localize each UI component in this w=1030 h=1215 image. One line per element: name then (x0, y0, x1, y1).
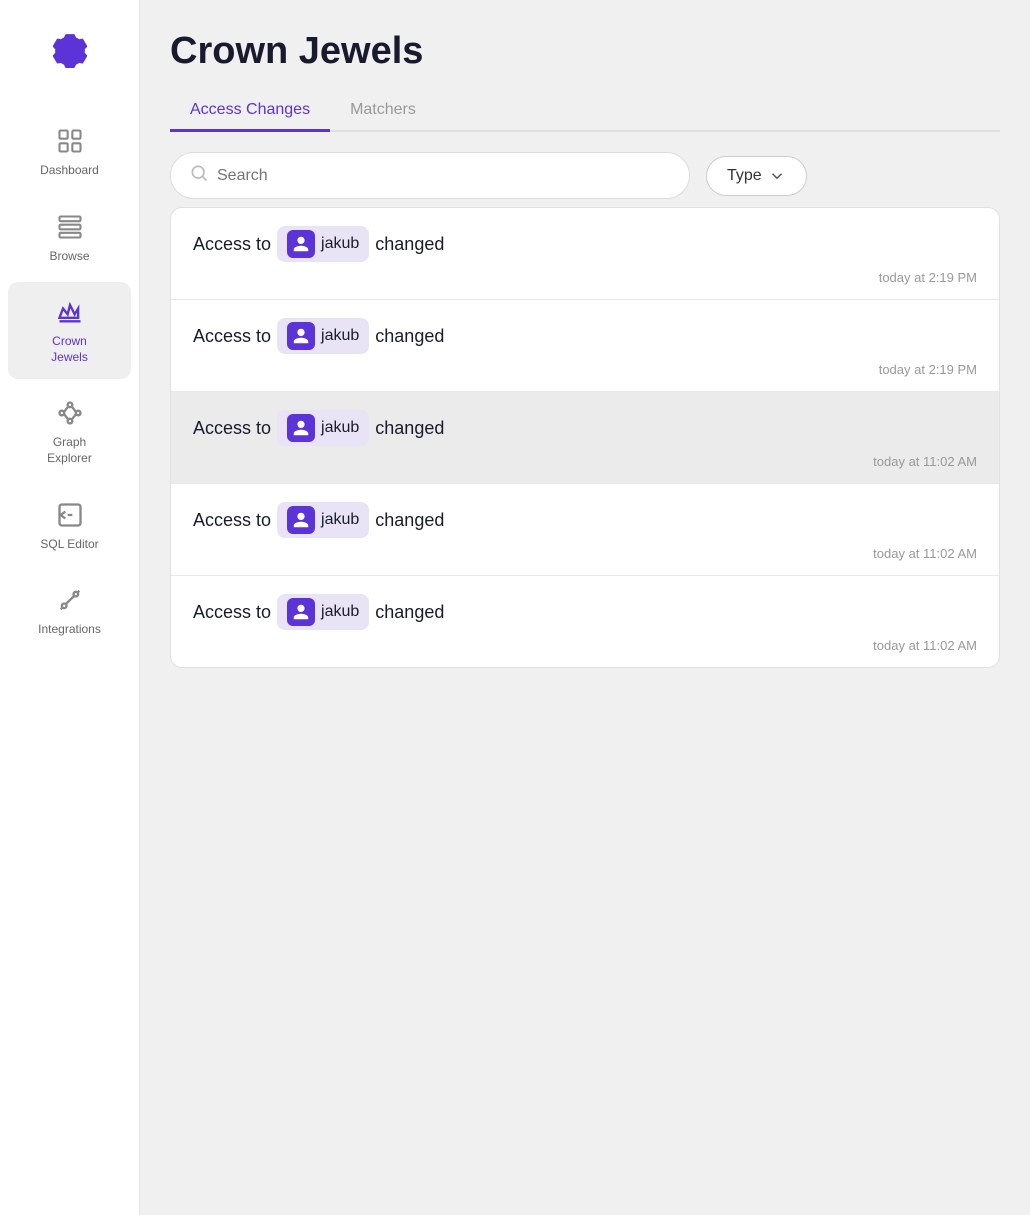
user-name: jakub (321, 603, 359, 621)
user-icon (287, 414, 315, 442)
chevron-down-icon (768, 167, 786, 185)
user-icon (287, 230, 315, 258)
table-row[interactable]: Access to jakub changed today at 2:19 PM (171, 300, 999, 392)
search-filter-row: Type (170, 152, 1000, 199)
crown-icon (54, 296, 86, 328)
user-chip: jakub (277, 594, 369, 630)
row-content: Access to jakub changed (193, 226, 977, 262)
row-content: Access to jakub changed (193, 594, 977, 630)
sidebar-item-crown-jewels[interactable]: Crown Jewels (8, 282, 131, 379)
tabs: Access Changes Matchers (170, 91, 1000, 132)
user-icon (287, 506, 315, 534)
sidebar-item-label: SQL Editor (40, 537, 98, 553)
row-suffix: changed (375, 326, 444, 347)
row-time: today at 11:02 AM (193, 546, 977, 561)
sidebar-item-label: Dashboard (40, 163, 99, 179)
row-prefix: Access to (193, 418, 271, 439)
sidebar-item-graph-explorer[interactable]: Graph Explorer (8, 383, 131, 480)
row-prefix: Access to (193, 326, 271, 347)
user-chip: jakub (277, 226, 369, 262)
gear-icon[interactable] (38, 20, 102, 89)
user-name: jakub (321, 235, 359, 253)
user-icon (287, 598, 315, 626)
page-title: Crown Jewels (170, 30, 1000, 73)
row-suffix: changed (375, 602, 444, 623)
sidebar-item-label: Graph Explorer (47, 435, 92, 466)
user-name: jakub (321, 419, 359, 437)
main-content: Crown Jewels Access Changes Matchers Typ… (140, 0, 1030, 1215)
search-icon (189, 163, 209, 188)
access-rows-container: Access to jakub changed today at 2:19 PM… (170, 207, 1000, 668)
search-box[interactable] (170, 152, 690, 199)
sidebar-item-dashboard[interactable]: Dashboard (8, 111, 131, 193)
row-prefix: Access to (193, 602, 271, 623)
sidebar-item-label: Crown Jewels (51, 334, 88, 365)
type-dropdown[interactable]: Type (706, 156, 807, 196)
row-suffix: changed (375, 234, 444, 255)
tab-matchers[interactable]: Matchers (330, 91, 436, 132)
user-name: jakub (321, 327, 359, 345)
sidebar-item-integrations[interactable]: Integrations (8, 570, 131, 652)
sidebar-item-label: Browse (49, 249, 89, 265)
user-chip: jakub (277, 502, 369, 538)
row-time: today at 2:19 PM (193, 362, 977, 377)
row-content: Access to jakub changed (193, 318, 977, 354)
user-name: jakub (321, 511, 359, 529)
table-row[interactable]: Access to jakub changed today at 11:02 A… (171, 392, 999, 484)
user-icon (287, 322, 315, 350)
user-chip: jakub (277, 318, 369, 354)
sidebar-item-sql-editor[interactable]: SQL Editor (8, 485, 131, 567)
row-time: today at 2:19 PM (193, 270, 977, 285)
row-time: today at 11:02 AM (193, 638, 977, 653)
graph-icon (54, 397, 86, 429)
type-label: Type (727, 167, 762, 185)
integrations-icon (54, 584, 86, 616)
sql-icon (54, 499, 86, 531)
sidebar: Dashboard Browse Crown Jewels (0, 0, 140, 1215)
table-row[interactable]: Access to jakub changed today at 11:02 A… (171, 576, 999, 667)
browse-icon (54, 211, 86, 243)
row-suffix: changed (375, 418, 444, 439)
row-time: today at 11:02 AM (193, 454, 977, 469)
sidebar-item-label: Integrations (38, 622, 101, 638)
sidebar-item-browse[interactable]: Browse (8, 197, 131, 279)
row-prefix: Access to (193, 234, 271, 255)
row-suffix: changed (375, 510, 444, 531)
row-content: Access to jakub changed (193, 502, 977, 538)
user-chip: jakub (277, 410, 369, 446)
table-row[interactable]: Access to jakub changed today at 11:02 A… (171, 484, 999, 576)
row-prefix: Access to (193, 510, 271, 531)
row-content: Access to jakub changed (193, 410, 977, 446)
tab-access-changes[interactable]: Access Changes (170, 91, 330, 132)
table-row[interactable]: Access to jakub changed today at 2:19 PM (171, 208, 999, 300)
search-input[interactable] (217, 167, 671, 185)
dashboard-icon (54, 125, 86, 157)
